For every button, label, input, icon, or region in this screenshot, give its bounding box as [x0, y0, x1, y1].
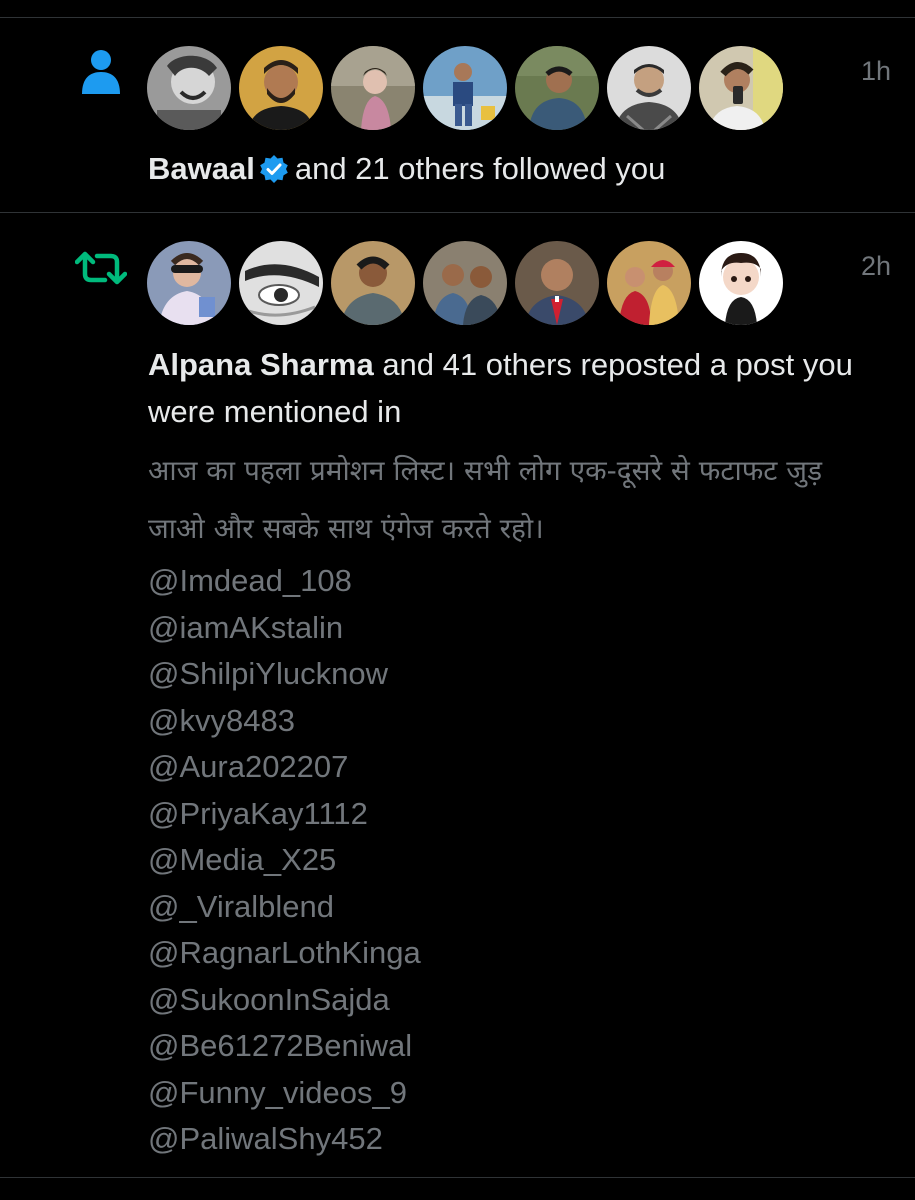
post-text: आज का पहला प्रमोशन लिस्ट। सभी लोग एक-दूस… — [148, 454, 823, 545]
avatar[interactable] — [515, 46, 599, 130]
follower-avatars — [147, 46, 783, 130]
bottom-divider — [0, 1177, 915, 1178]
timestamp: 1h — [860, 56, 891, 86]
repost-text: Alpana Sharma and 41 others reposted a p… — [148, 341, 855, 435]
mention[interactable]: @kvy8483 — [148, 698, 865, 745]
person-icon — [72, 43, 130, 101]
avatar[interactable] — [699, 241, 783, 325]
avatar[interactable] — [423, 241, 507, 325]
post-preview[interactable]: आज का पहला प्रमोशन लिस्ट। सभी लोग एक-दूस… — [148, 442, 865, 1163]
mention[interactable]: @PaliwalShy452 — [148, 1116, 865, 1163]
repost-icon — [72, 239, 130, 297]
avatar[interactable] — [607, 46, 691, 130]
mention[interactable]: @iamAKstalin — [148, 605, 865, 652]
follower-name[interactable]: Bawaal — [148, 151, 255, 186]
avatar[interactable] — [331, 241, 415, 325]
avatar[interactable] — [147, 241, 231, 325]
reposter-name[interactable]: Alpana Sharma — [148, 347, 374, 382]
mention[interactable]: @Imdead_108 — [148, 558, 865, 605]
avatar[interactable] — [239, 46, 323, 130]
mention[interactable]: @RagnarLothKinga — [148, 930, 865, 977]
avatar[interactable] — [607, 241, 691, 325]
follow-notification[interactable]: 1h Bawaal and 21 others followed you — [0, 18, 915, 212]
avatar[interactable] — [699, 46, 783, 130]
avatar[interactable] — [423, 46, 507, 130]
avatar[interactable] — [147, 46, 231, 130]
mention[interactable]: @PriyaKay1112 — [148, 791, 865, 838]
mention[interactable]: @Aura202207 — [148, 744, 865, 791]
mention[interactable]: @SukoonInSajda — [148, 977, 865, 1024]
mention-list: @Imdead_108 @iamAKstalin @ShilpiYlucknow… — [148, 558, 865, 1163]
reposter-avatars — [147, 241, 783, 325]
avatar[interactable] — [239, 241, 323, 325]
repost-notification[interactable]: 2h Alpana Sharma and 41 others reposted … — [0, 213, 915, 1175]
mention[interactable]: @Funny_videos_9 — [148, 1070, 865, 1117]
timestamp: 2h — [860, 251, 891, 281]
avatar[interactable] — [515, 241, 599, 325]
follow-description: and 21 others followed you — [294, 151, 666, 186]
mention[interactable]: @Be61272Beniwal — [148, 1023, 865, 1070]
mention[interactable]: @_Viralblend — [148, 884, 865, 931]
mention[interactable]: @ShilpiYlucknow — [148, 651, 865, 698]
verified-badge-icon — [259, 150, 289, 197]
mention[interactable]: @Media_X25 — [148, 837, 865, 884]
follow-text: Bawaal and 21 others followed you — [148, 145, 855, 197]
avatar[interactable] — [331, 46, 415, 130]
